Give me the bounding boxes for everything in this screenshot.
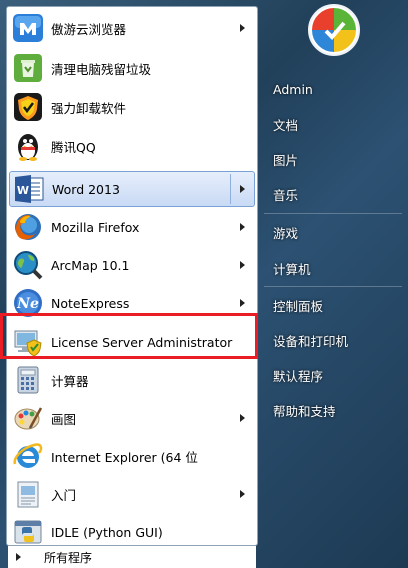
program-label: Internet Explorer (64 位	[51, 449, 198, 465]
program-item-noteexpress[interactable]: Ne NoteExpress	[9, 285, 255, 321]
right-item-default-programs[interactable]: 默认程序	[264, 360, 402, 390]
submenu-arrow-icon	[240, 185, 245, 193]
right-item-label: 音乐	[273, 187, 299, 203]
right-item-admin[interactable]: Admin	[264, 74, 402, 104]
uninstaller-shield-icon	[12, 91, 44, 123]
program-item-word[interactable]: W Word 2013	[9, 171, 255, 207]
program-label: 计算器	[51, 373, 89, 389]
program-label: 腾讯QQ	[51, 139, 96, 155]
right-separator	[264, 213, 402, 214]
license-server-icon	[12, 326, 44, 358]
program-label: License Server Administrator	[51, 334, 233, 350]
submenu-arrow-icon	[240, 299, 245, 307]
right-item-computer[interactable]: 计算机	[264, 253, 402, 283]
python-idle-icon	[12, 516, 44, 548]
program-label: Mozilla Firefox	[51, 219, 140, 235]
program-label: ArcMap 10.1	[51, 257, 130, 273]
program-item-cleanup[interactable]: 清理电脑残留垃圾	[9, 50, 255, 86]
program-item-calculator[interactable]: 计算器	[9, 362, 255, 398]
maxthon-icon	[12, 12, 44, 44]
program-label: NoteExpress	[51, 295, 130, 311]
start-menu: 傲游云浏览器 清理电脑残留垃圾 强力卸载软件 腾讯QQ W Word 2013 …	[0, 0, 408, 568]
word-icon: W	[13, 173, 45, 205]
svg-text:W: W	[17, 184, 29, 197]
arcmap-globe-icon	[12, 249, 44, 281]
submenu-arrow-icon	[240, 223, 245, 231]
firefox-icon	[12, 211, 44, 243]
program-label: IDLE (Python GUI)	[51, 524, 163, 540]
expand-arrow-icon	[16, 553, 21, 561]
right-item-games[interactable]: 游戏	[264, 217, 402, 247]
program-item-internet-explorer[interactable]: Internet Explorer (64 位	[9, 438, 255, 474]
right-item-label: 图片	[273, 152, 299, 168]
right-item-label: 控制面板	[273, 298, 324, 314]
right-item-documents[interactable]: 文档	[264, 109, 402, 139]
program-label: 傲游云浏览器	[51, 21, 127, 37]
right-separator	[264, 286, 402, 287]
program-list-panel: 傲游云浏览器 清理电脑残留垃圾 强力卸载软件 腾讯QQ W Word 2013 …	[6, 6, 258, 546]
right-item-music[interactable]: 音乐	[264, 179, 402, 209]
program-label: 画图	[51, 411, 77, 427]
right-item-pictures[interactable]: 图片	[264, 144, 402, 174]
svg-text:Ne: Ne	[16, 296, 39, 312]
program-item-arcmap[interactable]: ArcMap 10.1	[9, 247, 255, 283]
right-item-control-panel[interactable]: 控制面板	[264, 290, 402, 320]
program-label: Word 2013	[52, 181, 120, 197]
submenu-arrow-icon	[240, 490, 245, 498]
right-item-label: Admin	[273, 81, 313, 97]
program-item-license-server[interactable]: License Server Administrator	[9, 324, 255, 360]
program-label: 强力卸载软件	[51, 100, 127, 116]
program-item-firefox[interactable]: Mozilla Firefox	[9, 209, 255, 245]
program-item-python-idle[interactable]: IDLE (Python GUI)	[9, 514, 255, 550]
noteexpress-icon: Ne	[12, 287, 44, 319]
all-programs-label: 所有程序	[44, 550, 93, 565]
right-item-label: 计算机	[273, 261, 311, 277]
submenu-arrow-icon	[240, 24, 245, 32]
program-label: 清理电脑残留垃圾	[51, 61, 152, 77]
right-item-help-support[interactable]: 帮助和支持	[264, 395, 402, 425]
user-avatar-icon	[308, 4, 360, 56]
all-programs-button[interactable]: 所有程序	[8, 546, 256, 568]
calculator-icon	[12, 364, 44, 396]
program-item-qq[interactable]: 腾讯QQ	[9, 128, 255, 164]
qq-penguin-icon	[12, 130, 44, 162]
user-picture[interactable]	[308, 4, 360, 56]
internet-explorer-icon	[12, 440, 44, 472]
program-item-uninstaller[interactable]: 强力卸载软件	[9, 89, 255, 125]
submenu-arrow-icon	[240, 414, 245, 422]
right-item-label: 默认程序	[273, 368, 324, 384]
right-item-label: 游戏	[273, 225, 299, 241]
submenu-arrow-icon	[240, 261, 245, 269]
program-item-maxthon[interactable]: 傲游云浏览器	[9, 10, 255, 46]
recycle-bin-icon	[12, 52, 44, 84]
right-item-label: 文档	[273, 117, 299, 133]
paint-icon	[12, 402, 44, 434]
getting-started-icon	[12, 478, 44, 510]
right-item-label: 设备和打印机	[273, 333, 349, 349]
program-label: 入门	[51, 487, 77, 503]
right-item-devices-printers[interactable]: 设备和打印机	[264, 325, 402, 355]
right-item-label: 帮助和支持	[273, 403, 336, 419]
program-item-getting-started[interactable]: 入门	[9, 476, 255, 512]
program-item-paint[interactable]: 画图	[9, 400, 255, 436]
